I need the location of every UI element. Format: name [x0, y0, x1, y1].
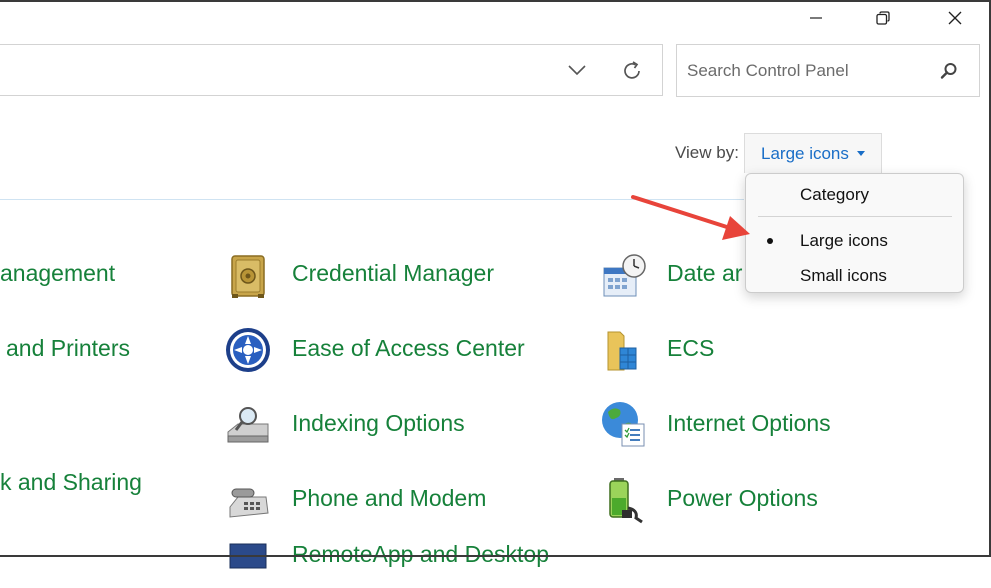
- close-icon: [948, 11, 962, 25]
- cp-item-credential-manager[interactable]: Credential Manager: [292, 260, 494, 287]
- cp-item-indexing-options[interactable]: Indexing Options: [292, 410, 465, 437]
- address-bar[interactable]: [0, 44, 663, 96]
- view-by-selected: Large icons: [761, 143, 849, 163]
- search-icon[interactable]: [939, 61, 959, 81]
- item-label: Internet Options: [667, 410, 831, 436]
- cp-item-ecs[interactable]: ECS: [667, 335, 714, 362]
- header-divider: [0, 199, 744, 200]
- globe-icon[interactable]: [600, 400, 648, 448]
- search-box[interactable]: [676, 44, 980, 97]
- cp-item-devices-printers[interactable]: and Printers: [6, 335, 130, 362]
- close-button[interactable]: [932, 2, 978, 34]
- cp-item-power-options[interactable]: Power Options: [667, 485, 818, 512]
- remoteapp-icon[interactable]: [224, 540, 272, 588]
- item-label: Indexing Options: [292, 410, 465, 436]
- item-label: Date ar: [667, 260, 743, 286]
- item-label: anagement: [0, 260, 116, 286]
- window-frame-top: [0, 0, 991, 2]
- minimize-icon: [810, 17, 822, 19]
- battery-icon[interactable]: [600, 476, 648, 524]
- indexing-icon[interactable]: [224, 402, 272, 450]
- item-label: Credential Manager: [292, 260, 495, 286]
- caret-down-icon: [856, 151, 865, 156]
- chevron-down-icon[interactable]: [566, 61, 588, 79]
- cp-item-phone-modem[interactable]: Phone and Modem: [292, 485, 486, 512]
- search-input[interactable]: [677, 45, 937, 96]
- menu-separator: [758, 216, 952, 217]
- folder-icon[interactable]: [600, 326, 648, 374]
- item-label: Ease of Access Center: [292, 335, 525, 361]
- selected-bullet-icon: [767, 238, 773, 244]
- item-label: k and Sharing: [0, 469, 142, 495]
- safe-icon[interactable]: [224, 252, 272, 300]
- cp-item-date-time[interactable]: Date ar: [667, 260, 742, 287]
- cp-item-management[interactable]: anagement: [0, 260, 115, 287]
- view-by-menu: Category Large icons Small icons: [745, 173, 964, 293]
- restore-button[interactable]: [860, 2, 906, 34]
- item-label: Power Options: [667, 485, 818, 511]
- phone-icon[interactable]: [224, 477, 272, 525]
- calendar-clock-icon[interactable]: [600, 252, 648, 300]
- accessibility-icon[interactable]: [224, 326, 272, 374]
- cp-item-ease-of-access[interactable]: Ease of Access Center: [292, 335, 525, 362]
- minimize-button[interactable]: [793, 2, 839, 34]
- menu-item-large-icons[interactable]: Large icons: [800, 231, 888, 251]
- item-label: ECS: [667, 335, 715, 361]
- restore-icon: [876, 11, 890, 25]
- refresh-icon[interactable]: [620, 59, 644, 83]
- view-by-dropdown[interactable]: Large icons: [744, 133, 882, 173]
- item-label: Phone and Modem: [292, 485, 487, 511]
- view-by-label: View by:: [675, 143, 739, 162]
- menu-item-category[interactable]: Category: [800, 185, 869, 205]
- cp-item-internet-options[interactable]: Internet Options: [667, 410, 831, 437]
- menu-item-small-icons[interactable]: Small icons: [800, 266, 887, 286]
- item-label: and Printers: [6, 335, 131, 361]
- cp-item-network-sharing[interactable]: k and Sharing: [0, 469, 142, 496]
